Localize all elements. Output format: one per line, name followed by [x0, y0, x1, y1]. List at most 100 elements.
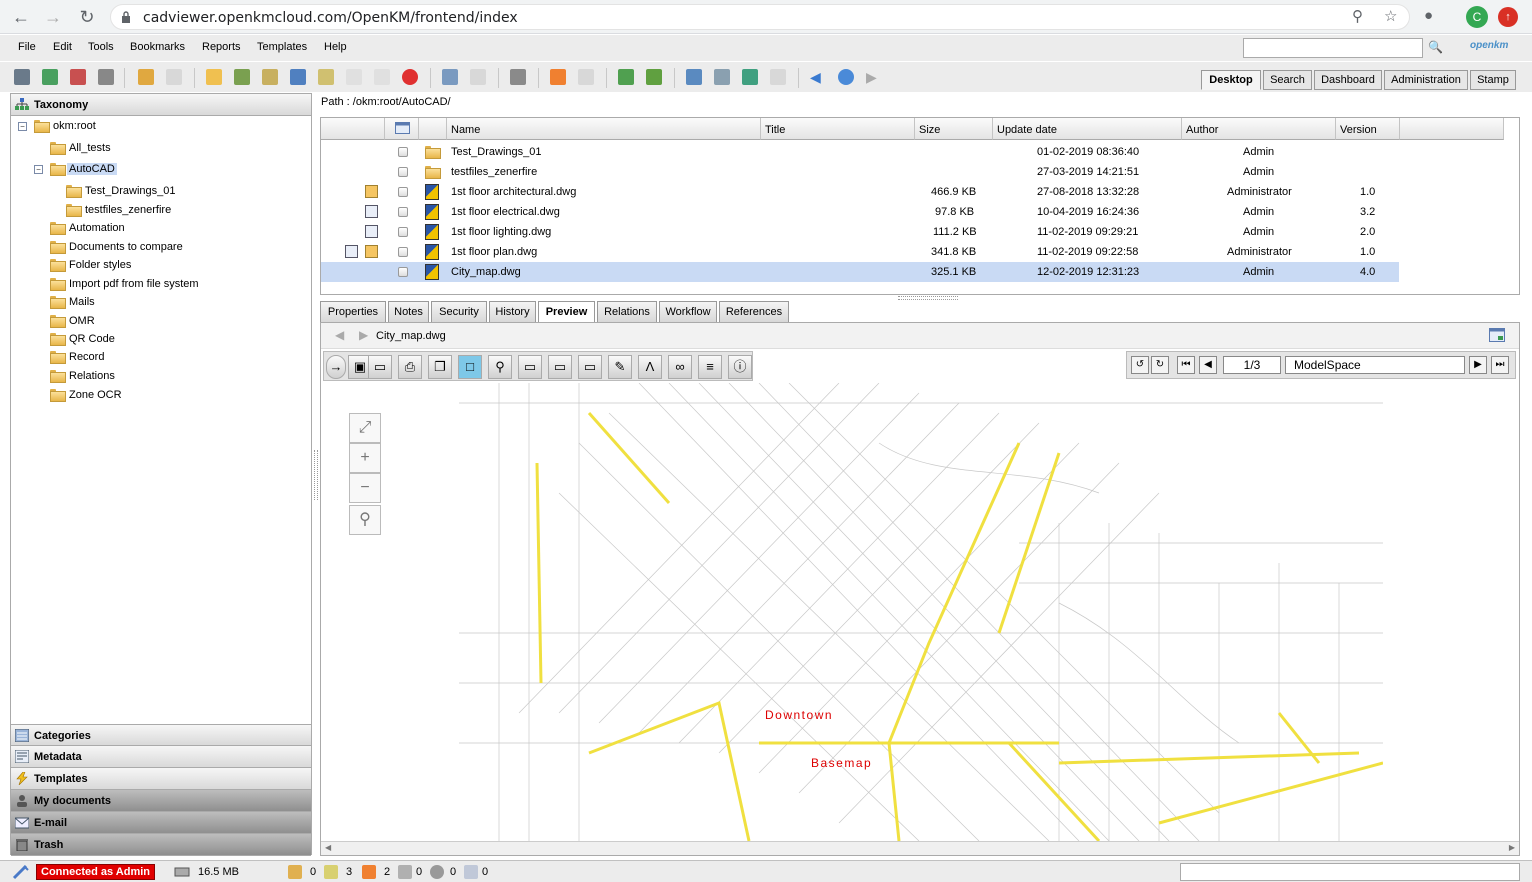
stack-trash[interactable]: Trash: [11, 834, 311, 856]
arrow-forward-icon[interactable]: ▶: [866, 69, 882, 85]
tab-preview[interactable]: Preview: [538, 301, 595, 323]
arrow-back-icon[interactable]: ◀: [810, 69, 826, 85]
measure-icon[interactable]: ✎: [608, 355, 632, 379]
rotate-left-icon[interactable]: ↺: [1131, 356, 1149, 374]
horizontal-scrollbar[interactable]: ◀ ▶: [321, 841, 1519, 855]
unlock-document-icon[interactable]: [166, 69, 182, 85]
table-row[interactable]: 1st floor architectural.dwg 466.9 KB 27-…: [321, 182, 1399, 202]
add-subscription-icon[interactable]: [550, 69, 566, 85]
star-icon[interactable]: ☆: [1384, 7, 1397, 25]
row-checkbox[interactable]: [398, 267, 408, 277]
col-title[interactable]: Title: [761, 118, 915, 140]
tab-security[interactable]: Security: [431, 301, 487, 323]
eraser-icon[interactable]: ▭: [368, 355, 392, 379]
add-document-icon[interactable]: [262, 69, 278, 85]
compass-icon[interactable]: Λ: [638, 355, 662, 379]
print-icon[interactable]: ⎙: [398, 355, 422, 379]
history-icon[interactable]: [838, 69, 854, 85]
tab-relations[interactable]: Relations: [597, 301, 657, 323]
menu-help[interactable]: Help: [324, 41, 347, 53]
redline-icon[interactable]: □: [458, 355, 482, 379]
stack-my-documents[interactable]: My documents: [11, 790, 311, 812]
scanner-icon[interactable]: [686, 69, 702, 85]
zoom-in-icon[interactable]: +: [349, 443, 381, 473]
markup-remove-icon[interactable]: ▭: [518, 355, 542, 379]
table-row[interactable]: 1st floor electrical.dwg 97.8 KB 10-04-2…: [321, 202, 1399, 222]
table-row[interactable]: testfiles_zenerfire 27-03-2019 14:21:51 …: [321, 162, 1399, 182]
extension-icon[interactable]: ●: [1424, 7, 1433, 24]
col-update-date[interactable]: Update date: [993, 118, 1182, 140]
cancel-checkout-icon[interactable]: [374, 69, 390, 85]
next-doc-icon[interactable]: ▶: [359, 328, 368, 342]
tab-stamp[interactable]: Stamp: [1470, 70, 1516, 90]
home-icon[interactable]: [646, 69, 662, 85]
cell-name[interactable]: Test_Drawings_01: [451, 146, 542, 158]
vertical-splitter[interactable]: [314, 450, 318, 500]
remove-property-group-icon[interactable]: [470, 69, 486, 85]
text-search-icon[interactable]: ⚲: [488, 355, 512, 379]
tab-desktop[interactable]: Desktop: [1201, 70, 1261, 90]
search-icon[interactable]: 🔍: [1428, 40, 1444, 56]
print-icon[interactable]: [98, 69, 114, 85]
cell-name[interactable]: testfiles_zenerfire: [451, 166, 537, 178]
cell-name[interactable]: City_map.dwg: [451, 266, 521, 278]
find-document-icon[interactable]: [42, 69, 58, 85]
cad-drawing-canvas[interactable]: Downtown Basemap: [459, 383, 1383, 841]
update-icon[interactable]: ↑: [1498, 7, 1518, 27]
stack-email[interactable]: E-mail: [11, 812, 311, 834]
prev-page-icon[interactable]: ◀: [1199, 356, 1217, 374]
quick-search-input[interactable]: [1243, 38, 1423, 58]
col-author[interactable]: Author: [1182, 118, 1336, 140]
remove-subscription-icon[interactable]: [578, 69, 594, 85]
subscription-count-icon[interactable]: [362, 865, 376, 879]
menu-edit[interactable]: Edit: [53, 41, 72, 53]
markup-settings-icon[interactable]: ▭: [548, 355, 572, 379]
add-property-group-icon[interactable]: [442, 69, 458, 85]
cell-name[interactable]: 1st floor electrical.dwg: [451, 206, 560, 218]
tab-notes[interactable]: Notes: [388, 301, 429, 323]
first-page-icon[interactable]: ⏮: [1177, 356, 1195, 374]
lock-document-icon[interactable]: [138, 69, 154, 85]
page-indicator[interactable]: 1/3: [1223, 356, 1281, 374]
checkin-icon[interactable]: [346, 69, 362, 85]
horizontal-splitter[interactable]: [898, 296, 958, 300]
row-checkbox[interactable]: [398, 247, 408, 257]
fullscreen-icon[interactable]: [1489, 328, 1505, 342]
forward-icon[interactable]: →: [42, 6, 64, 28]
row-checkbox[interactable]: [398, 207, 408, 217]
tab-search[interactable]: Search: [1263, 70, 1312, 90]
proposed-count-icon[interactable]: [464, 865, 478, 879]
col-size[interactable]: Size: [915, 118, 993, 140]
scroll-left-icon[interactable]: ◀: [325, 843, 331, 852]
menu-templates[interactable]: Templates: [257, 41, 307, 53]
export-icon[interactable]: [742, 69, 758, 85]
pan-icon[interactable]: →: [326, 355, 346, 379]
col-status[interactable]: [321, 118, 385, 140]
avatar[interactable]: C: [1466, 6, 1488, 28]
tab-properties[interactable]: Properties: [320, 301, 386, 323]
collapse-autocad-toggle[interactable]: −: [34, 165, 43, 174]
zoom-window-icon[interactable]: ⚲: [349, 505, 381, 535]
copy-icon[interactable]: ❐: [428, 355, 452, 379]
back-icon[interactable]: ←: [10, 6, 32, 28]
col-icon[interactable]: [419, 118, 447, 140]
stack-templates[interactable]: Templates: [11, 768, 311, 790]
stack-categories[interactable]: Categories: [11, 724, 311, 746]
uploader-icon[interactable]: [714, 69, 730, 85]
workflow-icon[interactable]: [510, 69, 526, 85]
table-row-selected[interactable]: City_map.dwg 325.1 KB 12-02-2019 12:31:2…: [321, 262, 1399, 282]
tree-icon[interactable]: [14, 69, 30, 85]
cell-name[interactable]: 1st floor lighting.dwg: [451, 226, 551, 238]
address-bar[interactable]: cadviewer.openkmcloud.com/OpenKM/fronten…: [110, 4, 1410, 30]
row-checkbox[interactable]: [398, 167, 408, 177]
new-folder-icon[interactable]: [206, 69, 222, 85]
news-count-icon[interactable]: [398, 865, 412, 879]
col-version[interactable]: Version: [1336, 118, 1400, 140]
tab-history[interactable]: History: [489, 301, 536, 323]
row-checkbox[interactable]: [398, 227, 408, 237]
splitter-icon[interactable]: [770, 69, 786, 85]
menu-bookmarks[interactable]: Bookmarks: [130, 41, 185, 53]
refresh-icon[interactable]: [618, 69, 634, 85]
menu-reports[interactable]: Reports: [202, 41, 241, 53]
table-row[interactable]: 1st floor lighting.dwg 111.2 KB 11-02-20…: [321, 222, 1399, 242]
